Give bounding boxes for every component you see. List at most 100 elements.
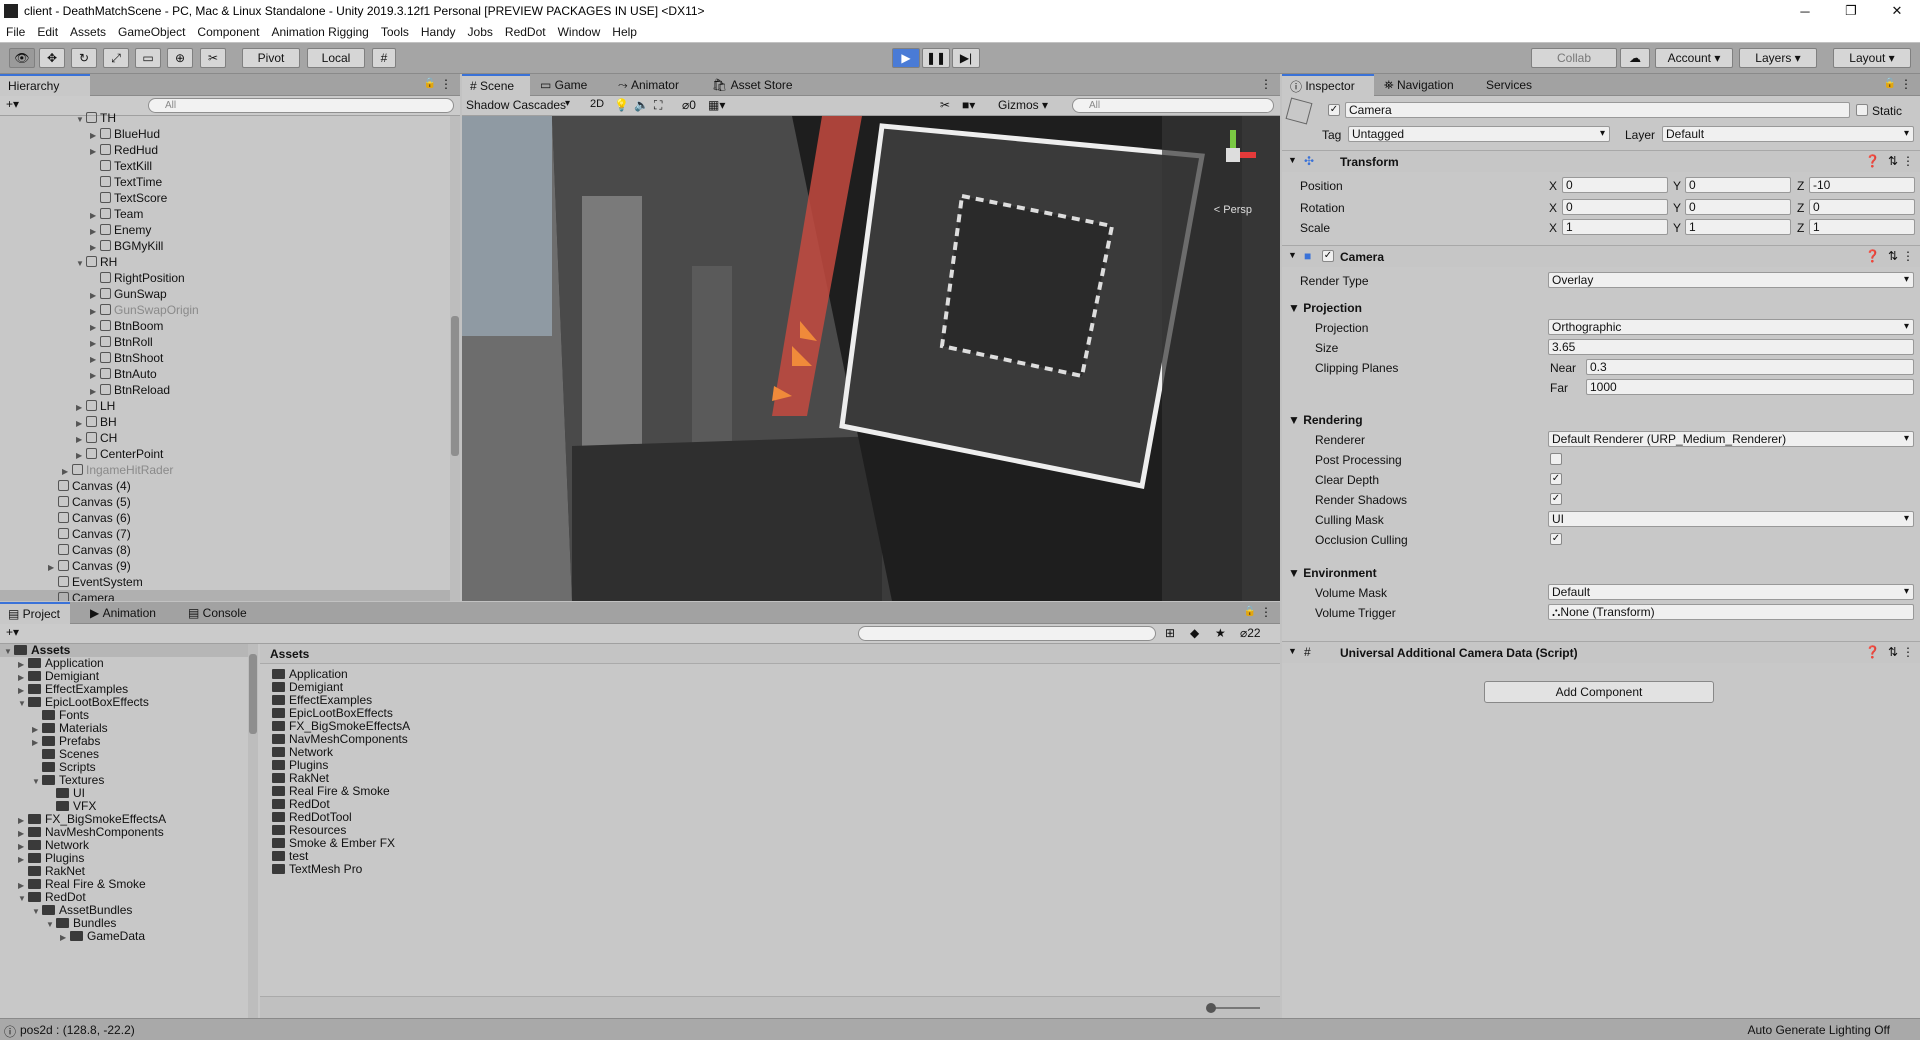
create-plus-icon[interactable]: +▾ bbox=[6, 97, 19, 111]
scale-tool-icon[interactable]: ⤢ bbox=[103, 48, 129, 68]
tab-navigation[interactable]: ⛯ Navigation bbox=[1376, 74, 1476, 96]
camera-header[interactable]: ▼ ■ ✓ Camera ❓ ⇅ ⋮ bbox=[1282, 245, 1920, 267]
scale-x-field[interactable]: 1 bbox=[1562, 219, 1668, 235]
rect-tool-icon[interactable]: ▭ bbox=[135, 48, 161, 68]
camera-settings-icon[interactable]: ■▾ bbox=[962, 98, 975, 112]
project-tree-item[interactable]: ▶ Network bbox=[0, 839, 248, 852]
menu-reddot[interactable]: RedDot bbox=[505, 25, 546, 39]
hierarchy-item[interactable]: ▶ BtnAuto bbox=[0, 366, 450, 382]
hierarchy-item[interactable]: Canvas (6) bbox=[0, 510, 450, 526]
tab-asset-store[interactable]: 🛍 Asset Store bbox=[704, 74, 804, 96]
status-message[interactable]: pos2d : (128.8, -22.2) bbox=[20, 1023, 135, 1037]
position-y-field[interactable]: 0 bbox=[1685, 177, 1791, 193]
camera-help-icon[interactable]: ❓ bbox=[1865, 249, 1880, 263]
hierarchy-item[interactable]: Canvas (8) bbox=[0, 542, 450, 558]
layers-dropdown[interactable]: Layers ▾ bbox=[1739, 48, 1817, 68]
projection-header[interactable]: ▼ Projection bbox=[1288, 301, 1362, 315]
layer-dropdown[interactable]: Default bbox=[1662, 126, 1914, 142]
project-tree-item[interactable]: ▼ Assets bbox=[0, 644, 248, 657]
near-field[interactable]: 0.3 bbox=[1586, 359, 1914, 375]
cloud-icon[interactable]: ☁ bbox=[1620, 48, 1650, 68]
layout-dropdown[interactable]: Layout ▾ bbox=[1833, 48, 1911, 68]
tab-animation[interactable]: ▶ Animation bbox=[82, 602, 172, 624]
effects-icon[interactable]: ⛶ bbox=[654, 98, 662, 113]
hierarchy-item[interactable]: ▶ LH bbox=[0, 398, 450, 414]
expand-closed-icon[interactable]: ▶ bbox=[60, 931, 70, 944]
project-tree-item[interactable]: ▶ Materials bbox=[0, 722, 248, 735]
zoom-slider-handle[interactable] bbox=[1206, 1003, 1216, 1013]
project-tree-item[interactable]: ▶ Prefabs bbox=[0, 735, 248, 748]
minimize-button[interactable]: ─ bbox=[1782, 0, 1828, 22]
gizmos-dropdown[interactable]: Gizmos ▾ bbox=[998, 98, 1048, 112]
transform-tool-icon[interactable]: ⊕ bbox=[167, 48, 193, 68]
maximize-button[interactable]: ❐ bbox=[1828, 0, 1874, 22]
hierarchy-item[interactable]: Canvas (7) bbox=[0, 526, 450, 542]
hierarchy-item[interactable]: ▶ BtnBoom bbox=[0, 318, 450, 334]
step-button[interactable]: ▶| bbox=[952, 48, 980, 68]
menu-tools[interactable]: Tools bbox=[381, 25, 409, 39]
project-tree-item[interactable]: ▶ Application bbox=[0, 657, 248, 670]
tag-dropdown[interactable]: Untagged bbox=[1348, 126, 1610, 142]
audio-icon[interactable]: 🔈 bbox=[634, 98, 649, 112]
transform-header[interactable]: ▼ ✣ Transform ❓ ⇅ ⋮ bbox=[1282, 150, 1920, 172]
project-tree-item[interactable]: Scenes bbox=[0, 748, 248, 761]
scene-viewport[interactable] bbox=[462, 116, 1280, 601]
local-toggle[interactable]: Local bbox=[307, 48, 365, 68]
hierarchy-item[interactable]: Canvas (5) bbox=[0, 494, 450, 510]
project-tree-item[interactable]: ▼ AssetBundles bbox=[0, 904, 248, 917]
position-x-field[interactable]: 0 bbox=[1562, 177, 1668, 193]
tools-icon[interactable]: ✂ bbox=[940, 98, 950, 112]
additional-preset-icon[interactable]: ⇅ bbox=[1888, 645, 1898, 659]
hierarchy-item[interactable]: ▶ BH bbox=[0, 414, 450, 430]
rotation-y-field[interactable]: 0 bbox=[1685, 199, 1791, 215]
hierarchy-item[interactable]: ▶ BGMyKill bbox=[0, 238, 450, 254]
projection-dropdown[interactable]: Orthographic bbox=[1548, 319, 1914, 335]
camera-enabled-checkbox[interactable]: ✓ bbox=[1322, 250, 1334, 262]
hierarchy-item[interactable]: TextScore bbox=[0, 190, 450, 206]
scene-search-input[interactable]: All bbox=[1072, 98, 1274, 113]
inspector-menu-icon[interactable]: ⋮ bbox=[1900, 77, 1912, 91]
pivot-toggle[interactable]: Pivot bbox=[242, 48, 300, 68]
filter-type-icon[interactable]: ⊞ bbox=[1165, 626, 1175, 640]
tab-hierarchy[interactable]: Hierarchy bbox=[0, 74, 90, 96]
hierarchy-item[interactable]: ▶ CH bbox=[0, 430, 450, 446]
close-button[interactable]: ✕ bbox=[1874, 0, 1920, 22]
volume-trigger-field[interactable]: ⛬None (Transform) bbox=[1548, 604, 1914, 620]
hidden-packages-icon[interactable]: ⌀22 bbox=[1240, 626, 1261, 640]
hierarchy-item[interactable]: Canvas (4) bbox=[0, 478, 450, 494]
hierarchy-scrollbar[interactable] bbox=[450, 116, 460, 601]
tab-project[interactable]: ▤ Project bbox=[0, 602, 70, 624]
grid-snap-icon[interactable]: # bbox=[372, 48, 396, 68]
hierarchy-item[interactable]: ▼ RH bbox=[0, 254, 450, 270]
additional-menu-icon[interactable]: ⋮ bbox=[1902, 645, 1914, 659]
hierarchy-item[interactable]: ▶ IngameHitRader bbox=[0, 462, 450, 478]
menu-assets[interactable]: Assets bbox=[70, 25, 106, 39]
lighting-icon[interactable]: 💡 bbox=[614, 98, 629, 112]
project-tree-item[interactable]: ▶ Real Fire & Smoke bbox=[0, 878, 248, 891]
position-z-field[interactable]: -10 bbox=[1809, 177, 1915, 193]
favorite-icon[interactable]: ★ bbox=[1215, 626, 1226, 640]
shading-mode-dropdown[interactable]: Shadow Cascades bbox=[466, 98, 574, 112]
hierarchy-item[interactable]: ▼ TH bbox=[0, 110, 450, 126]
camera-preset-icon[interactable]: ⇅ bbox=[1888, 249, 1898, 263]
menu-help[interactable]: Help bbox=[612, 25, 637, 39]
tab-game[interactable]: ▭ Game bbox=[532, 74, 604, 96]
hierarchy-item[interactable]: ▶ Canvas (9) bbox=[0, 558, 450, 574]
menu-gameobject[interactable]: GameObject bbox=[118, 25, 185, 39]
project-menu-icon[interactable]: ⋮ bbox=[1260, 605, 1272, 619]
size-field[interactable]: 3.65 bbox=[1548, 339, 1914, 355]
lock-icon[interactable]: 🔒 bbox=[424, 78, 436, 89]
project-tree-item[interactable]: ▼ Textures bbox=[0, 774, 248, 787]
hierarchy-item[interactable]: Camera bbox=[0, 590, 450, 601]
hierarchy-item[interactable]: ▶ RedHud bbox=[0, 142, 450, 158]
camera-foldout-icon[interactable]: ▼ bbox=[1288, 250, 1297, 260]
clear-depth-checkbox[interactable]: ✓ bbox=[1550, 473, 1562, 485]
additional-foldout-icon[interactable]: ▼ bbox=[1288, 646, 1297, 656]
tab-services[interactable]: Services bbox=[1478, 74, 1548, 96]
rotation-z-field[interactable]: 0 bbox=[1809, 199, 1915, 215]
play-button[interactable]: ▶ bbox=[892, 48, 920, 68]
volume-mask-dropdown[interactable]: Default bbox=[1548, 584, 1914, 600]
tab-scene[interactable]: # Scene bbox=[462, 74, 530, 96]
hierarchy-item[interactable]: RightPosition bbox=[0, 270, 450, 286]
mode-2d-toggle[interactable]: 2D bbox=[590, 98, 604, 110]
